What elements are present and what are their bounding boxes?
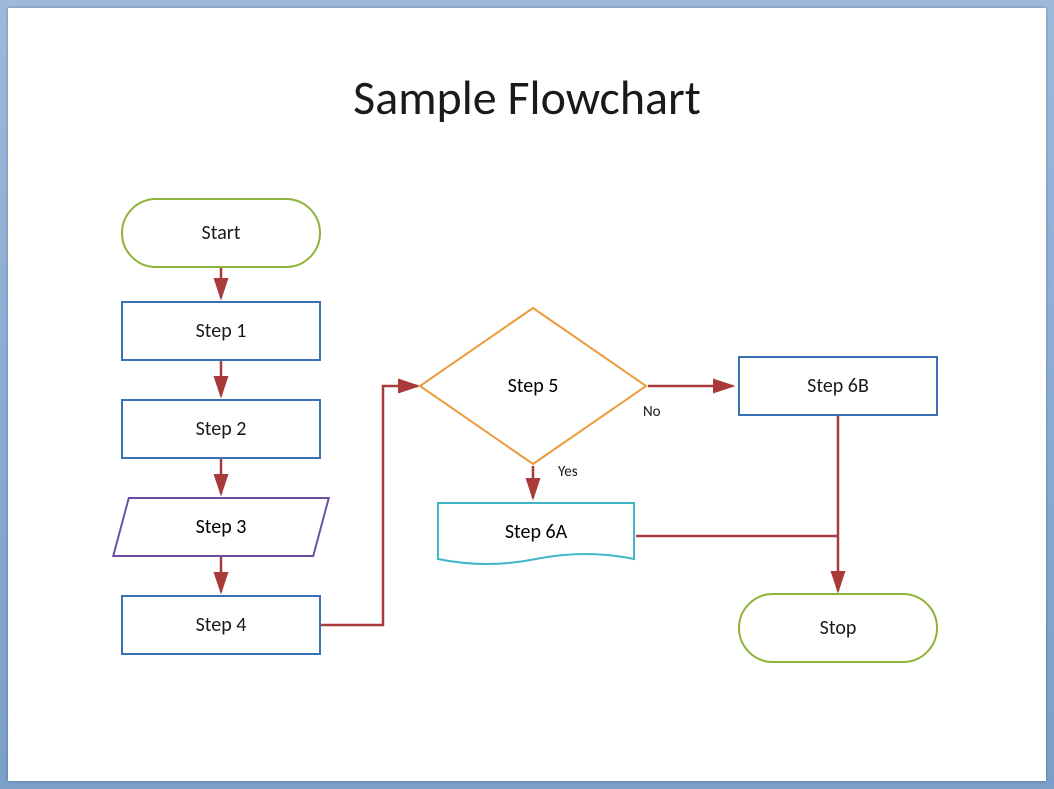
node-label: Stop: [820, 616, 857, 640]
node-label: Start: [202, 221, 241, 245]
node-label: Step 3: [121, 497, 321, 557]
node-step6a: Step 6A: [436, 501, 636, 571]
node-label: Step 5: [418, 306, 648, 466]
node-label: Step 1: [196, 319, 247, 343]
node-stop: Stop: [738, 593, 938, 663]
node-step6b: Step 6B: [738, 356, 938, 416]
node-label: Step 4: [196, 613, 247, 637]
node-start: Start: [121, 198, 321, 268]
node-step2: Step 2: [121, 399, 321, 459]
node-step4: Step 4: [121, 595, 321, 655]
flowchart-canvas: Sample Flowchart Start Step 1: [8, 8, 1046, 781]
node-label: Step 6A: [436, 501, 636, 571]
node-step3: Step 3: [121, 497, 321, 557]
chart-title: Sample Flowchart: [8, 68, 1046, 127]
node-label: Step 6B: [807, 374, 869, 398]
node-step5: Step 5: [418, 306, 648, 466]
node-step1: Step 1: [121, 301, 321, 361]
node-label: Step 2: [196, 417, 247, 441]
